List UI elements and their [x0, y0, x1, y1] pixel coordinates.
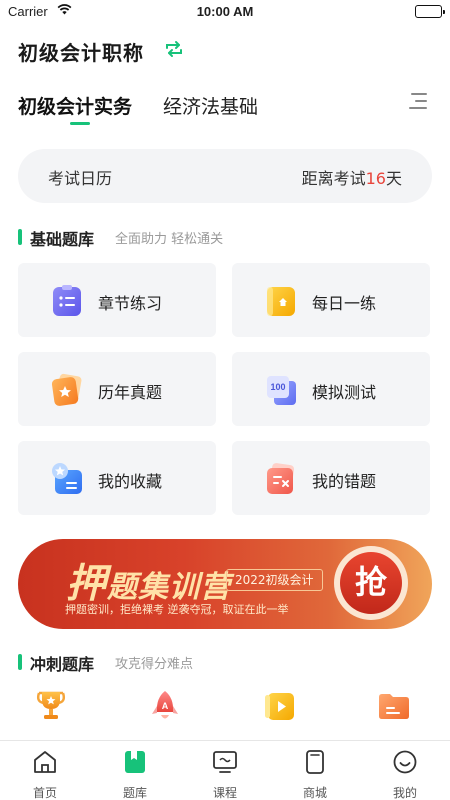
tab-accounting-practice[interactable]: 初级会计实务 [18, 92, 132, 119]
subject-tabs: 初级会计实务 经济法基础 [18, 92, 432, 126]
section-title: 冲刺题库 [30, 655, 95, 674]
nav-home[interactable]: 首页 [0, 741, 90, 800]
countdown-prefix: 距离考试 [301, 169, 366, 188]
status-bar: Carrier 10:00 AM [0, 0, 450, 24]
rocket-icon[interactable]: A [147, 688, 183, 724]
nav-course[interactable]: 课程 [180, 741, 270, 800]
nav-home-label: 首页 [32, 786, 57, 800]
nav-mall-label: 商城 [302, 786, 327, 800]
favorites-card[interactable]: 我的收藏 [18, 441, 216, 515]
exam-countdown: 距离考试16天 [302, 165, 402, 189]
question-bank-icon [125, 751, 145, 773]
favorites-icon [50, 462, 84, 496]
bottom-nav: 首页 题库 课程 商城 我的 [0, 740, 450, 800]
switch-icon[interactable] [164, 40, 184, 58]
mock-test-label: 模拟测试 [312, 383, 377, 402]
basic-bank-header: 基础题库 全面助力 轻松通关 [18, 226, 278, 249]
exam-calendar-label: 考试日历 [48, 169, 113, 188]
grab-button[interactable]: 抢 [334, 546, 408, 620]
section-subtitle: 全面助力 轻松通关 [115, 232, 224, 247]
nav-course-label: 课程 [212, 786, 237, 800]
wrong-questions-card[interactable]: 我的错题 [232, 441, 430, 515]
exam-title[interactable]: 初级会计职称 [18, 37, 144, 66]
svg-text:A: A [162, 701, 169, 711]
past-exams-card[interactable]: 历年真题 [18, 352, 216, 426]
active-tab-indicator [70, 122, 90, 125]
nav-question-bank-label: 题库 [122, 786, 147, 800]
nav-profile[interactable]: 我的 [360, 741, 450, 800]
daily-practice-icon [264, 284, 298, 318]
nav-mall[interactable]: 商城 [270, 741, 360, 800]
chapter-practice-label: 章节练习 [98, 294, 163, 313]
folder-icon[interactable] [376, 688, 412, 724]
video-icon[interactable] [262, 688, 298, 724]
countdown-days: 16 [365, 169, 386, 188]
past-exams-icon [50, 373, 84, 407]
trophy-icon[interactable] [33, 688, 69, 724]
nav-profile-label: 我的 [392, 786, 417, 800]
exam-calendar-card[interactable]: 考试日历 距离考试16天 [18, 149, 432, 203]
section-title: 基础题库 [30, 230, 95, 249]
section-accent-bar [18, 229, 22, 245]
favorites-label: 我的收藏 [98, 472, 163, 491]
wrong-questions-icon [264, 462, 298, 496]
clock: 10:00 AM [196, 4, 254, 19]
battery-icon [415, 5, 445, 18]
promo-banner[interactable]: 押题集训营 2022初级会计 押题密训，拒绝裸考 逆袭夺冠，取证在此一举 抢 [18, 539, 432, 629]
grab-button-label: 抢 [340, 552, 402, 614]
banner-year-tag: 2022初级会计 [226, 569, 323, 591]
mock-test-icon: 100 [264, 373, 298, 407]
profile-icon [393, 750, 417, 774]
mall-icon [306, 750, 324, 774]
menu-icon[interactable] [409, 93, 429, 113]
nav-question-bank[interactable]: 题库 [90, 741, 180, 800]
chapter-practice-card[interactable]: 章节练习 [18, 263, 216, 337]
tab-economic-law[interactable]: 经济法基础 [163, 92, 258, 119]
daily-practice-card[interactable]: 每日一练 [232, 263, 430, 337]
wrong-questions-label: 我的错题 [312, 472, 377, 491]
chapter-practice-icon [50, 284, 84, 318]
svg-text:100: 100 [270, 382, 285, 392]
mock-test-card[interactable]: 100 模拟测试 [232, 352, 430, 426]
section-subtitle: 攻克得分难点 [115, 657, 194, 672]
countdown-suffix: 天 [385, 169, 402, 188]
home-icon [34, 751, 56, 773]
daily-practice-label: 每日一练 [312, 294, 377, 313]
banner-slogan: 押题密训，拒绝裸考 逆袭夺冠，取证在此一举 [65, 603, 289, 616]
section-accent-bar [18, 654, 22, 670]
course-icon [213, 751, 237, 773]
past-exams-label: 历年真题 [98, 383, 163, 402]
sprint-bank-header: 冲刺题库 攻克得分难点 [18, 651, 248, 674]
